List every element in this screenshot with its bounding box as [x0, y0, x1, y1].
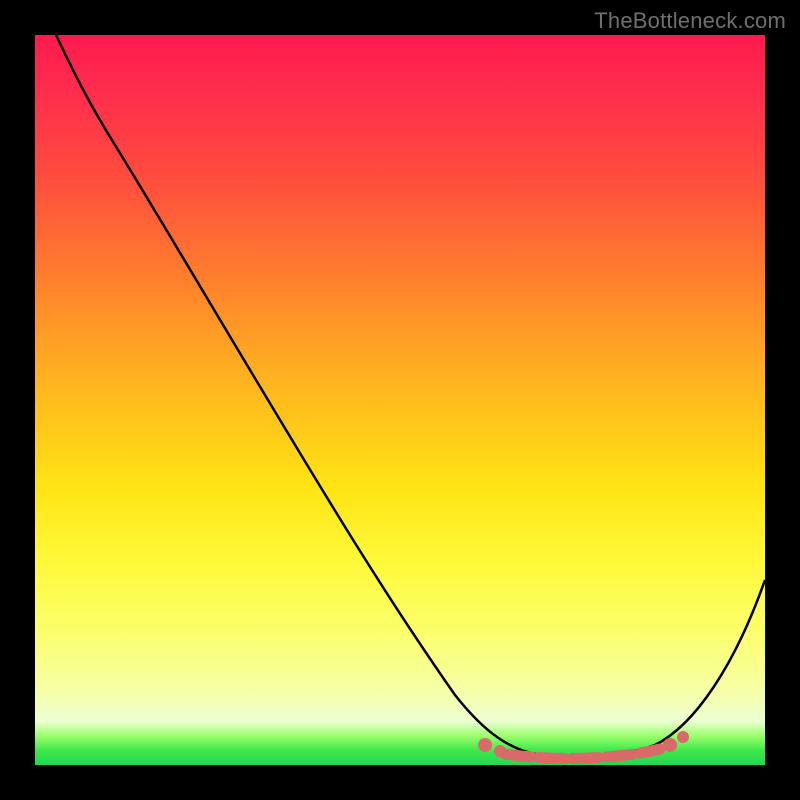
watermark-text: TheBottleneck.com — [594, 8, 786, 34]
chart-frame: TheBottleneck.com — [0, 0, 800, 800]
plot-area — [35, 35, 765, 765]
